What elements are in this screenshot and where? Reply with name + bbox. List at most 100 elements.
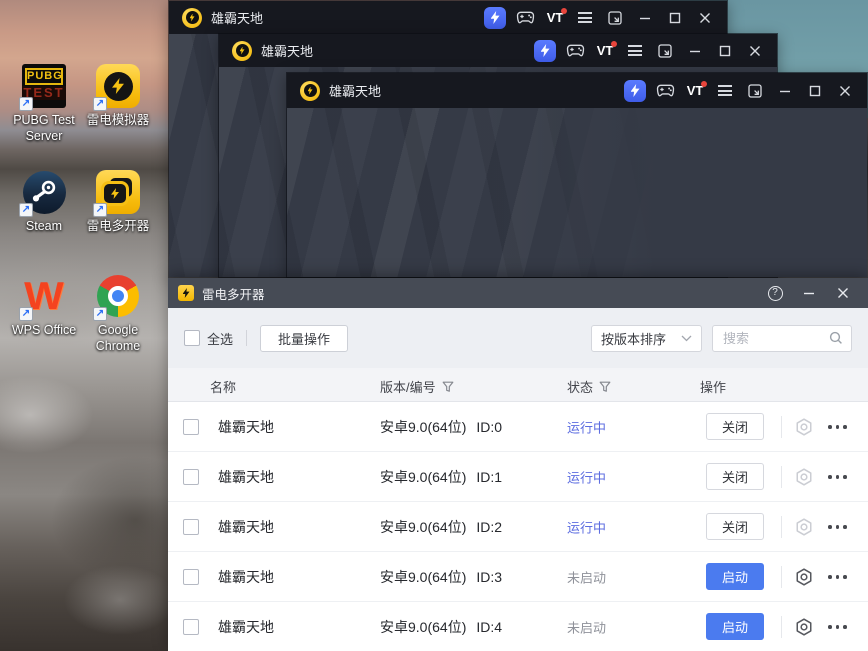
desktop-icon-label: 雷电模拟器 [86, 113, 150, 127]
close-button[interactable] [830, 74, 860, 107]
instance-id: ID:1 [476, 468, 503, 485]
settings-icon[interactable] [794, 517, 814, 537]
maximize-button[interactable] [660, 1, 690, 34]
header-version: 版本/编号 [380, 377, 454, 396]
vt-badge-dot [611, 41, 617, 47]
stop-button[interactable]: 关闭 [706, 463, 764, 490]
instance-version: 安卓9.0(64位) ID:4 [380, 618, 503, 635]
desktop-icon-google-chrome[interactable]: ↗ Google Chrome [79, 274, 157, 354]
search-input[interactable] [721, 329, 829, 347]
select-all-label: 全选 [207, 331, 234, 347]
start-button[interactable]: 启动 [706, 613, 764, 640]
vt-icon[interactable]: VT [540, 1, 570, 34]
row-checkbox[interactable] [183, 469, 199, 485]
close-button[interactable] [830, 278, 856, 308]
desktop-icon-wps-office[interactable]: W ↗ WPS Office [5, 274, 83, 338]
table-header: 名称 版本/编号 状态 操作 [168, 368, 868, 402]
more-icon[interactable] [828, 425, 847, 429]
emulator-titlebar[interactable]: 雄霸天地 VT [219, 34, 777, 67]
emulator-window-3: 雄霸天地 VT [286, 72, 868, 278]
start-button[interactable]: 启动 [706, 563, 764, 590]
instance-status: 运行中 [567, 470, 607, 485]
vt-badge-dot [561, 8, 567, 14]
instance-row: 雄霸天地 安卓9.0(64位) ID:2 运行中 关闭 [168, 502, 868, 552]
booster-icon[interactable] [530, 34, 560, 67]
instance-version: 安卓9.0(64位) ID:0 [380, 418, 503, 435]
manager-titlebar[interactable]: 雷电多开器 ? [168, 278, 868, 308]
batch-operations-button[interactable]: 批量操作 [260, 324, 349, 352]
ld-multiplayer-icon: ↗ [93, 170, 140, 217]
desktop-icon-pubg-test-server[interactable]: PUBG TEST ↗ PUBG Test Server [5, 64, 83, 144]
minimize-button[interactable] [630, 1, 660, 34]
manager-toolbar: 全选 批量操作 按版本排序 [168, 308, 868, 368]
gamepad-icon[interactable] [510, 1, 540, 34]
instance-name: 雄霸天地 [218, 518, 274, 535]
gamepad-icon[interactable] [560, 34, 590, 67]
emulator-titlebar[interactable]: 雄霸天地 VT [169, 1, 727, 34]
settings-icon[interactable] [794, 567, 814, 587]
gamepad-icon[interactable] [650, 74, 680, 107]
more-icon[interactable] [828, 525, 847, 529]
maximize-button[interactable] [800, 74, 830, 107]
row-checkbox[interactable] [183, 619, 199, 635]
booster-icon[interactable] [480, 1, 510, 34]
pubg-icon: PUBG TEST ↗ [19, 64, 66, 111]
divider [781, 566, 782, 588]
search-box[interactable] [712, 324, 852, 352]
desktop-icon-label: Google Chrome [95, 323, 141, 353]
switch-window-icon[interactable] [600, 1, 630, 34]
desktop-icon-ld-multiplayer[interactable]: ↗ 雷电多开器 [79, 170, 157, 234]
more-icon[interactable] [828, 575, 847, 579]
more-icon[interactable] [828, 625, 847, 629]
maximize-button[interactable] [710, 34, 740, 67]
menu-icon[interactable] [620, 34, 650, 67]
wps-icon: W ↗ [19, 274, 66, 321]
settings-icon[interactable] [794, 417, 814, 437]
manager-window-title: 雷电多开器 [202, 287, 265, 302]
vt-icon[interactable]: VT [680, 74, 710, 107]
filter-icon[interactable] [599, 381, 611, 393]
desktop-icon-steam[interactable]: ↗ Steam [5, 170, 83, 234]
filter-icon[interactable] [442, 381, 454, 393]
ldplayer-app-icon [300, 80, 320, 101]
header-status: 状态 [567, 377, 611, 396]
menu-icon[interactable] [570, 1, 600, 34]
minimize-button[interactable] [680, 34, 710, 67]
emulator-titlebar[interactable]: 雄霸天地 VT [287, 73, 867, 108]
sort-dropdown[interactable]: 按版本排序 [591, 324, 702, 352]
close-button[interactable] [690, 1, 720, 34]
ldplayer-app-icon [232, 40, 252, 61]
switch-window-icon[interactable] [650, 34, 680, 67]
instance-list: 雄霸天地 安卓9.0(64位) ID:0 运行中 关闭 雄霸天地 安卓9.0(64… [168, 402, 868, 651]
desktop-icon-ldplayer[interactable]: ↗ 雷电模拟器 [79, 64, 157, 128]
instance-status: 未启动 [567, 570, 607, 585]
switch-window-icon[interactable] [740, 74, 770, 107]
instance-version: 安卓9.0(64位) ID:3 [380, 568, 503, 585]
desktop: PUBG TEST ↗ PUBG Test Server ↗ 雷电模拟器 ↗ S… [0, 0, 868, 651]
minimize-button[interactable] [796, 278, 822, 308]
row-checkbox[interactable] [183, 569, 199, 585]
help-icon[interactable]: ? [762, 278, 788, 308]
emulator-content [287, 108, 867, 277]
booster-icon[interactable] [620, 74, 650, 107]
stop-button[interactable]: 关闭 [706, 413, 764, 440]
menu-icon[interactable] [710, 74, 740, 107]
shortcut-arrow-icon: ↗ [19, 203, 33, 217]
more-icon[interactable] [828, 475, 847, 479]
minimize-button[interactable] [770, 74, 800, 107]
instance-row: 雄霸天地 安卓9.0(64位) ID:1 运行中 关闭 [168, 452, 868, 502]
row-checkbox[interactable] [183, 419, 199, 435]
row-checkbox[interactable] [183, 519, 199, 535]
settings-icon[interactable] [794, 617, 814, 637]
select-all-checkbox[interactable] [184, 330, 200, 346]
stop-button[interactable]: 关闭 [706, 513, 764, 540]
header-action: 操作 [700, 380, 727, 395]
vt-icon[interactable]: VT [590, 34, 620, 67]
settings-icon[interactable] [794, 467, 814, 487]
divider [246, 330, 248, 346]
divider [781, 616, 782, 638]
instance-row: 雄霸天地 安卓9.0(64位) ID:0 运行中 关闭 [168, 402, 868, 452]
close-button[interactable] [740, 34, 770, 67]
instance-version: 安卓9.0(64位) ID:1 [380, 468, 503, 485]
desktop-icon-label: WPS Office [11, 323, 77, 337]
